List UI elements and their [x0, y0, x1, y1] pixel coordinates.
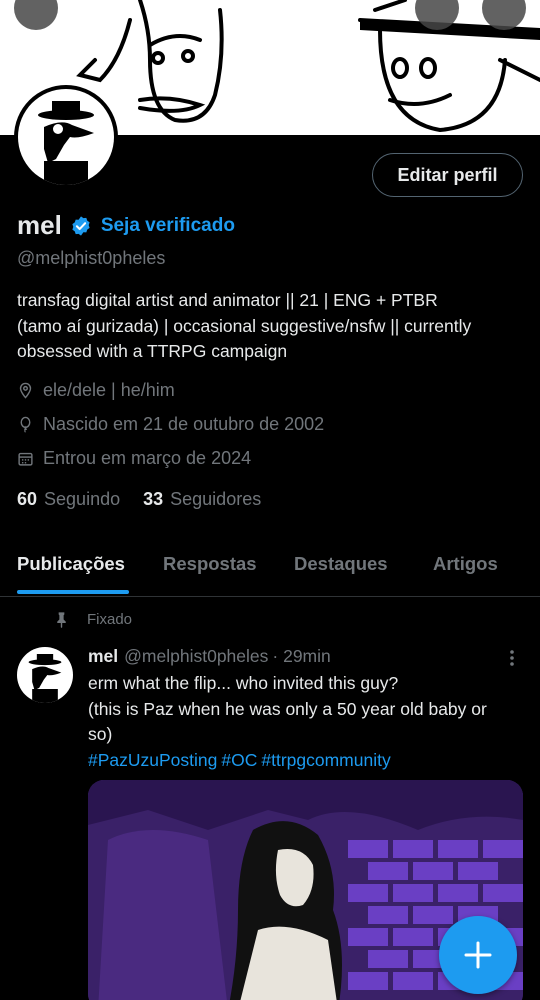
name-row: mel Seja verificado [17, 210, 235, 241]
followers-link[interactable]: 33 Seguidores [143, 489, 261, 510]
edit-profile-button[interactable]: Editar perfil [372, 153, 523, 197]
tab-posts[interactable]: Publicações [17, 553, 125, 575]
following-label: Seguindo [44, 489, 121, 509]
bio-line: (tamo aí gurizada) | occasional suggesti… [17, 315, 472, 336]
hashtag-link[interactable]: #ttrpgcommunity [261, 750, 390, 770]
following-count: 60 [17, 489, 38, 509]
display-name: mel [17, 210, 62, 240]
pronouns-text: ele/dele | he/him [43, 380, 175, 400]
profile-handle: @melphist0pheles [17, 248, 166, 268]
follow-stats: 60 Seguindo 33 Seguidores [17, 489, 261, 510]
tab-articles[interactable]: Artigos [433, 553, 498, 575]
pinned-text: Fixado [87, 611, 133, 628]
joined-text: Entrou em março de 2024 [43, 448, 252, 468]
post-author-handle[interactable]: @melphist0pheles [124, 646, 268, 667]
profile-tabs: Publicações Respostas Destaques Artigos [0, 540, 540, 597]
post-text-line: erm what the flip... who invited this gu… [88, 673, 399, 693]
post-more-icon[interactable] [504, 648, 520, 668]
active-tab-indicator [17, 590, 129, 594]
post-hashtags: #PazUzuPosting #OC #ttrpgcommunity [88, 748, 528, 774]
profile-bio: transfag digital artist and animator || … [17, 288, 532, 365]
post-text-line: (this is Paz when he was only a 50 year … [88, 698, 487, 719]
location-pin-icon [19, 382, 32, 399]
following-link[interactable]: 60 Seguindo [17, 489, 120, 510]
pinned-label-row: Fixado [53, 611, 132, 628]
pin-icon [57, 612, 66, 628]
profile-avatar[interactable] [14, 85, 118, 189]
post-header: mel @melphist0pheles · 29min [88, 646, 331, 667]
post-text: erm what the flip... who invited this gu… [88, 671, 528, 773]
followers-count: 33 [143, 489, 164, 509]
compose-post-button[interactable] [439, 916, 517, 994]
joined-row: Entrou em março de 2024 [17, 448, 251, 469]
followers-label: Seguidores [170, 489, 262, 509]
balloon-icon [20, 416, 31, 433]
birthday-text: Nascido em 21 de outubro de 2002 [43, 414, 325, 434]
post-author-avatar[interactable] [17, 647, 73, 703]
birthday-row: Nascido em 21 de outubro de 2002 [17, 414, 324, 435]
tab-replies[interactable]: Respostas [163, 553, 257, 575]
tab-highlights[interactable]: Destaques [294, 553, 388, 575]
hashtag-link[interactable]: #PazUzuPosting [88, 750, 217, 770]
bio-line: transfag digital artist and animator || … [17, 290, 438, 310]
bio-line: obsessed with a TTRPG campaign [17, 341, 288, 361]
post-avatar-image [28, 654, 62, 703]
post-text-line: so) [88, 724, 113, 744]
plus-icon [464, 941, 492, 969]
pronouns-row: ele/dele | he/him [17, 380, 175, 401]
avatar-image [18, 89, 114, 185]
post-timestamp[interactable]: · 29min [272, 646, 330, 667]
hashtag-link[interactable]: #OC [221, 750, 257, 770]
calendar-icon [18, 452, 33, 466]
get-verified-link[interactable]: Seja verificado [101, 215, 235, 237]
verified-badge-icon[interactable] [70, 215, 92, 237]
post-author-name[interactable]: mel [88, 646, 118, 667]
